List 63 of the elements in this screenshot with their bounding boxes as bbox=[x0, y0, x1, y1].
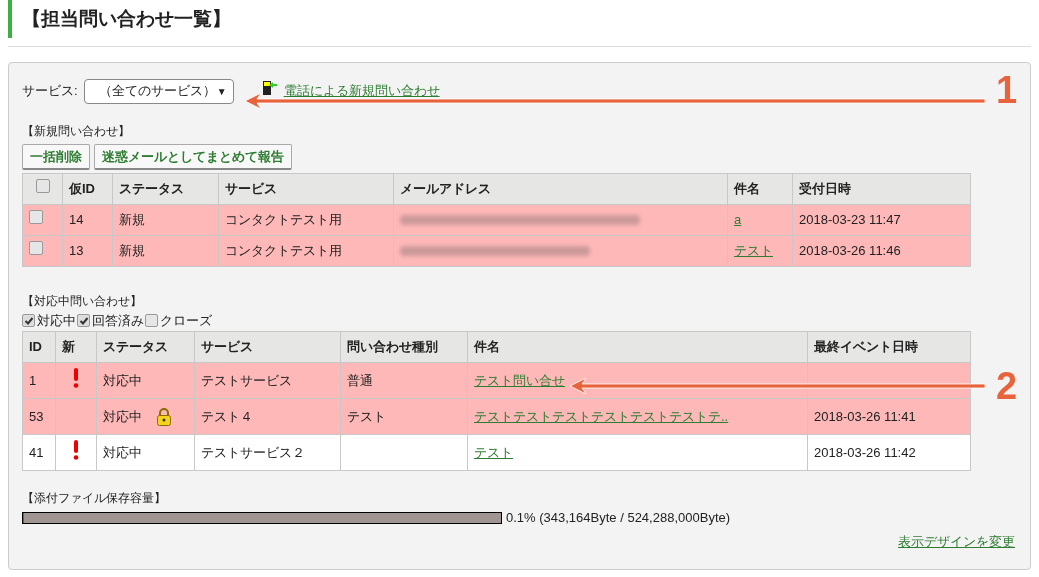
filter-label: クローズ bbox=[160, 311, 212, 330]
table-cell: 2018-03-23 11:47 bbox=[792, 204, 971, 236]
table-cell: テスト４ bbox=[194, 398, 341, 435]
padlock-icon bbox=[156, 407, 172, 426]
section-heading: 【添付ファイル保存容量】 bbox=[22, 490, 167, 507]
table-cell: 14 bbox=[62, 204, 113, 236]
subject-link[interactable]: テスト bbox=[474, 444, 513, 460]
column-header: 新 bbox=[55, 331, 97, 363]
table-cell-text: 対応中 bbox=[103, 443, 142, 462]
table-cell: 1 bbox=[22, 362, 56, 399]
table-cell: テストサービス２ bbox=[194, 434, 341, 471]
column-header: ID bbox=[22, 331, 56, 363]
column-header: サービス bbox=[194, 331, 341, 363]
column-header: 問い合わせ種別 bbox=[340, 331, 468, 363]
section-heading: 【対応中問い合わせ】 bbox=[22, 293, 143, 310]
column-header: メールアドレス bbox=[393, 173, 728, 205]
action-button[interactable]: 迷惑メールとしてまとめて報告 bbox=[94, 144, 292, 170]
section-heading: 【新規問い合わせ】 bbox=[22, 123, 131, 140]
checkbox[interactable] bbox=[22, 314, 35, 327]
table-cell: コンタクトテスト用 bbox=[218, 204, 394, 236]
table-cell: コンタクトテスト用 bbox=[218, 235, 394, 267]
table-cell: 2018-03-26 11:42 bbox=[807, 434, 971, 471]
table-cell: 普通 bbox=[340, 362, 468, 399]
table-cell: 新規 bbox=[112, 235, 219, 267]
table-cell: 2018-03-26 11:46 bbox=[792, 235, 971, 267]
checkbox[interactable] bbox=[29, 241, 43, 256]
subject-link[interactable]: テスト問い合せ bbox=[474, 372, 565, 388]
storage-reading: 0.1% (343,164Byte / 524,288,000Byte) bbox=[506, 509, 731, 527]
checkbox[interactable] bbox=[145, 314, 158, 327]
filter-label: 回答済み bbox=[92, 311, 144, 330]
column-header: ステータス bbox=[96, 331, 195, 363]
service-dropdown[interactable]: （全てのサービス）▼ bbox=[83, 78, 234, 104]
change-design-link[interactable]: 表示デザインを変更 bbox=[898, 531, 1015, 551]
column-header: 最終イベント日時 bbox=[807, 331, 971, 363]
column-header: ステータス bbox=[112, 173, 219, 205]
column-header: 件名 bbox=[467, 331, 808, 363]
action-button[interactable]: 一括削除 bbox=[22, 144, 90, 170]
new-phone-inquiry-link[interactable]: 電話による新規問い合わせ bbox=[283, 81, 440, 101]
table-cell: テスト bbox=[340, 398, 468, 435]
checkbox[interactable] bbox=[77, 314, 90, 327]
column-header: 受付日時 bbox=[792, 173, 971, 205]
table-cell: 新規 bbox=[112, 204, 219, 236]
table-cell: 41 bbox=[22, 434, 56, 471]
column-header: サービス bbox=[218, 173, 394, 205]
subject-link[interactable]: a bbox=[734, 212, 742, 228]
filter-label: 対応中 bbox=[37, 311, 76, 330]
table-cell: 53 bbox=[22, 398, 56, 435]
phone-book-icon bbox=[261, 80, 278, 96]
table-cell: 13 bbox=[62, 235, 113, 267]
checkbox[interactable] bbox=[35, 179, 50, 194]
exclamation-icon bbox=[73, 367, 79, 388]
table-cell: 2018-03-26 11:41 bbox=[807, 398, 971, 435]
annotation-number: 1 bbox=[996, 71, 1018, 109]
table-cell-text: 対応中 bbox=[103, 371, 142, 390]
column-header: 仮ID bbox=[62, 173, 113, 205]
service-label: サービス: bbox=[22, 82, 78, 101]
column-header: 件名 bbox=[727, 173, 793, 205]
checkbox[interactable] bbox=[29, 210, 43, 225]
exclamation-icon bbox=[73, 439, 79, 460]
page-title: 【担当問い合わせ一覧】 bbox=[22, 6, 231, 31]
table-cell-text: 対応中 bbox=[103, 407, 142, 426]
table-cell: テストサービス bbox=[194, 362, 341, 399]
annotation-number: 2 bbox=[996, 367, 1018, 405]
